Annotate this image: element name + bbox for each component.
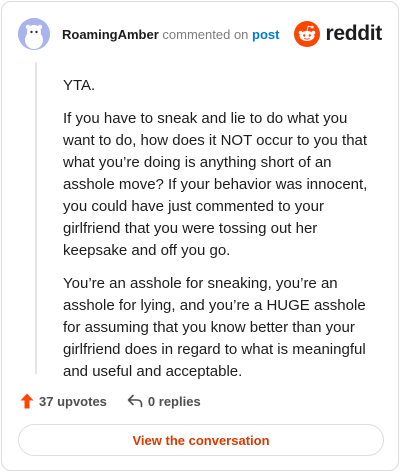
reddit-snoo-icon — [294, 21, 321, 47]
upvote-count: 37 upvotes — [39, 393, 107, 409]
user-avatar-icon[interactable] — [18, 18, 50, 50]
reddit-logo[interactable]: reddit — [294, 21, 382, 47]
brand-wordmark: reddit — [325, 22, 382, 45]
action-text: commented on — [162, 27, 249, 42]
comment-actions: 37 upvotes 0 replies — [20, 391, 201, 411]
author-username[interactable]: RoamingAmber — [62, 27, 159, 42]
upvote-button[interactable]: 37 upvotes — [20, 393, 107, 409]
reply-arrow-icon — [127, 394, 143, 408]
view-conversation-button[interactable]: View the conversation — [18, 424, 384, 456]
comment-paragraph: YTA. — [63, 77, 96, 94]
upvote-arrow-icon — [20, 393, 34, 409]
comment-embed-card: RoamingAmber commented on post reddit YT… — [1, 1, 399, 471]
comment-paragraph: You’re an asshole for sneaking, you’re a… — [63, 275, 366, 380]
comment-body: YTA. If you have to sneak and lie to do … — [63, 75, 381, 394]
comment-header: RoamingAmber commented on post reddit — [2, 2, 398, 66]
reply-button[interactable]: 0 replies — [127, 394, 201, 409]
comment-paragraph: If you have to sneak and lie to do what … — [63, 110, 368, 259]
reply-count: 0 replies — [147, 393, 201, 409]
comment-byline: RoamingAmber commented on post — [62, 27, 280, 42]
thread-line[interactable] — [35, 62, 37, 374]
post-link[interactable]: post — [252, 27, 279, 42]
